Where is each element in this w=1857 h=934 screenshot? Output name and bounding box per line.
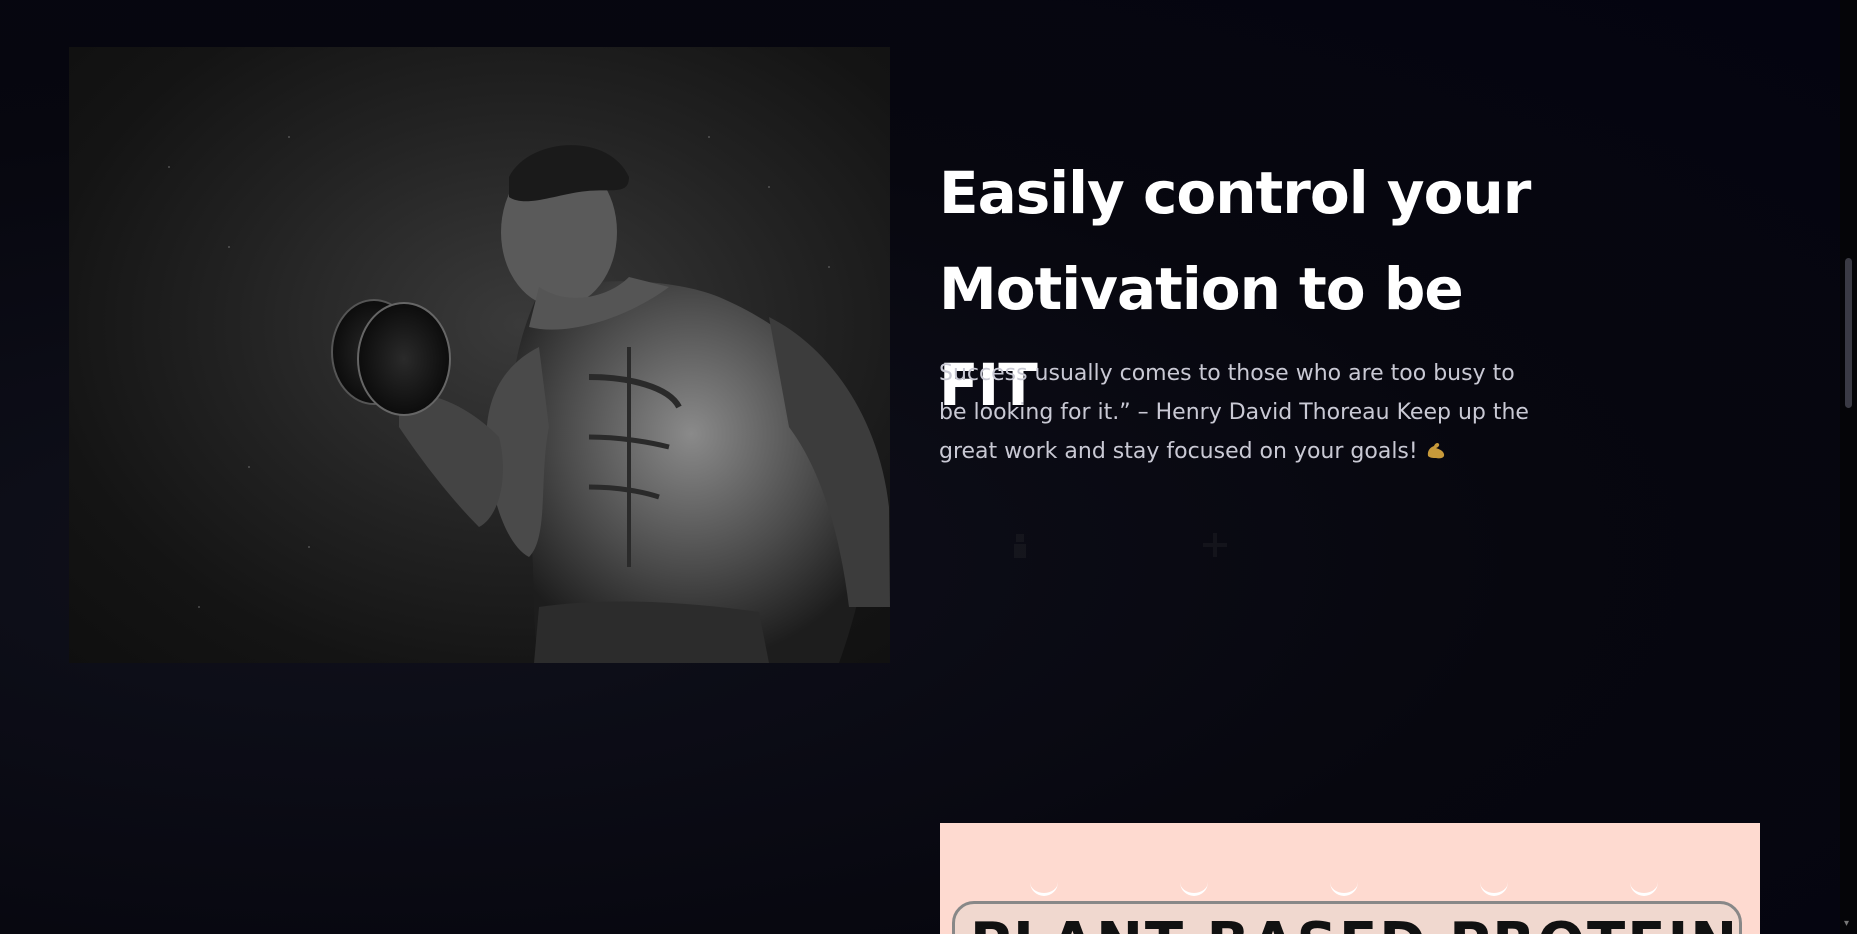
decor-arc bbox=[1480, 879, 1508, 896]
person-icon[interactable] bbox=[1005, 530, 1035, 560]
decor-arc bbox=[1330, 879, 1358, 896]
move-icon[interactable] bbox=[1200, 530, 1230, 560]
decor-arc bbox=[1180, 879, 1208, 896]
headline-line-1: Easily control your bbox=[939, 159, 1531, 227]
decor-arc bbox=[1030, 879, 1058, 896]
scrollbar-thumb[interactable] bbox=[1845, 258, 1852, 408]
scroll-down-icon[interactable]: ▾ bbox=[1844, 919, 1853, 929]
product-title: PLANT BASED PROTEIN bbox=[970, 911, 1739, 934]
scrollbar[interactable]: ▾ bbox=[1840, 0, 1857, 934]
page: Easily control your Motivation to be FIT… bbox=[0, 0, 1857, 934]
flexed-biceps-icon bbox=[1427, 442, 1444, 459]
hero-photo bbox=[69, 47, 890, 663]
decor-arc bbox=[1630, 879, 1658, 896]
product-card[interactable]: PLANT BASED PROTEIN bbox=[940, 823, 1760, 934]
motivational-quote: Success usually comes to those who are t… bbox=[939, 354, 1539, 471]
